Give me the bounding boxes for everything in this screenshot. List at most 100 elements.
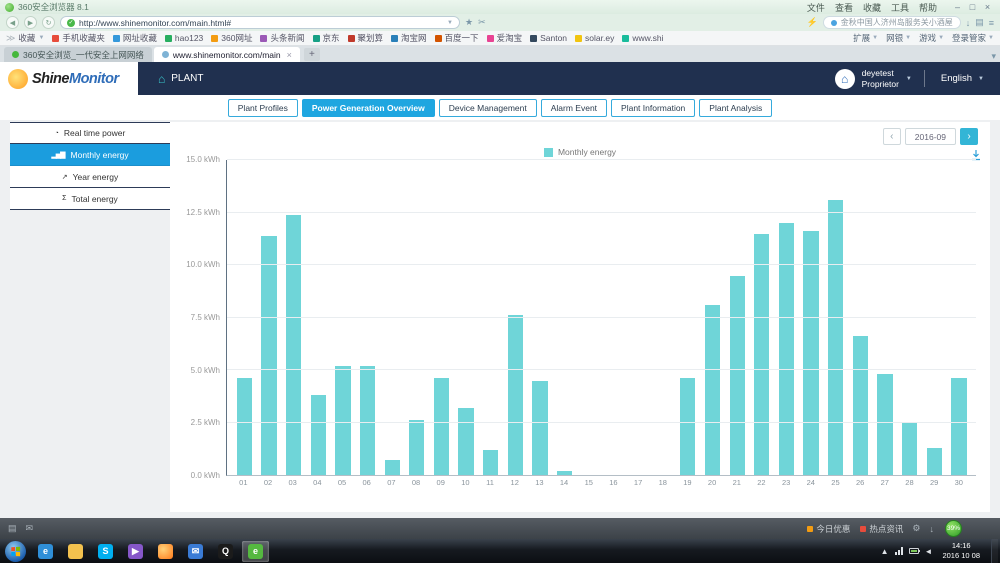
tab-plant-analysis[interactable]: Plant Analysis (699, 98, 773, 117)
bar-day-11[interactable] (483, 449, 499, 475)
bar-day-13[interactable] (532, 380, 548, 475)
tab-device-management[interactable]: Device Management (438, 98, 537, 117)
gear-icon[interactable]: ⚙ (912, 523, 920, 534)
bar-day-06[interactable] (359, 365, 376, 475)
bar-day-23[interactable] (778, 223, 795, 475)
close-button[interactable]: × (980, 1, 995, 13)
statusbar-item-1[interactable]: 热点资讯 (860, 523, 903, 535)
maximize-button[interactable]: □ (965, 1, 980, 13)
bar-day-03[interactable] (285, 214, 302, 475)
date-display[interactable]: 2016-09 (904, 128, 956, 145)
url-dropdown-icon[interactable]: ▼ (447, 20, 453, 26)
minimize-button[interactable]: – (950, 1, 965, 13)
qq-icon[interactable]: Q (212, 541, 239, 562)
promo-banner[interactable]: 金秋中国人济州岛服务关小酒屋 (822, 16, 961, 29)
bar-day-30[interactable] (951, 378, 967, 475)
bar-day-29[interactable] (926, 447, 942, 475)
address-bar[interactable]: ✓ http://www.shinemonitor.com/main.html#… (60, 16, 460, 29)
download-manager-icon[interactable]: ↓ (966, 18, 971, 28)
favorite-star-icon[interactable]: ★ (465, 17, 473, 28)
bookmark-item-5[interactable]: 京东 (312, 32, 340, 44)
bar-day-25[interactable] (828, 199, 844, 475)
menu-icon[interactable]: ≡ (989, 18, 994, 28)
bar-day-22[interactable] (754, 233, 770, 475)
bar-day-08[interactable] (409, 420, 425, 475)
bar-day-26[interactable] (852, 336, 868, 475)
bar-day-14[interactable] (557, 470, 573, 475)
bookmark-tool-1[interactable]: 网银 ▼ (886, 32, 911, 44)
tab-close-icon[interactable]: × (287, 50, 292, 60)
bookmark-item-6[interactable]: 聚划算 (347, 32, 383, 44)
bookmark-tool-3[interactable]: 登录管家 ▼ (952, 32, 994, 44)
refresh-button[interactable]: ↻ (42, 16, 55, 29)
bookmark-item-0[interactable]: 手机收藏夹 (52, 32, 105, 44)
forward-button[interactable]: ▶ (24, 16, 37, 29)
language-selector[interactable]: English ▼ (925, 62, 1000, 95)
bookmarks-menu[interactable]: ≫ 收藏 ▼ (6, 32, 44, 44)
bookmark-item-8[interactable]: 百度一下 (434, 32, 479, 44)
sidebar-item-total-energy[interactable]: Σ Total energy (10, 188, 170, 210)
next-month-button[interactable]: › (960, 128, 978, 145)
tab-plant-profiles[interactable]: Plant Profiles (227, 98, 298, 117)
bookmark-item-12[interactable]: www.shi (622, 33, 664, 43)
sidebar-item-real-time-power[interactable]: ◔ Real time power (10, 122, 170, 144)
bar-day-05[interactable] (335, 365, 351, 475)
bookmark-tool-2[interactable]: 游戏 ▼ (919, 32, 944, 44)
bookmark-item-11[interactable]: solar.ey (575, 33, 614, 43)
battery-icon[interactable] (908, 548, 920, 554)
bar-day-20[interactable] (704, 304, 721, 475)
ie-browser-icon[interactable]: e (32, 541, 59, 562)
user-menu[interactable]: ⌂ deyetest Proprietor ▼ (823, 62, 924, 95)
bookmark-item-4[interactable]: 头条新闻 (260, 32, 305, 44)
bar-day-01[interactable] (236, 378, 252, 475)
bar-day-21[interactable] (729, 275, 745, 475)
bar-day-28[interactable] (901, 422, 918, 475)
bar-day-10[interactable] (458, 407, 474, 475)
bookmark-item-7[interactable]: 淘宝网 (391, 32, 427, 44)
browser-menu-item-2[interactable]: 收藏 (863, 1, 881, 14)
browser-menu-item-4[interactable]: 帮助 (919, 1, 937, 14)
new-tab-button[interactable]: + (303, 48, 320, 61)
apps-icon[interactable]: ▤ (975, 17, 984, 28)
statusbar-item-0[interactable]: 今日优惠 (807, 523, 850, 535)
bar-day-09[interactable] (433, 378, 450, 475)
folder-icon[interactable] (62, 541, 89, 562)
clock[interactable]: 14:16 2016 10 08 (938, 541, 984, 561)
bookmark-tool-0[interactable]: 扩展 ▼ (853, 32, 878, 44)
network-icon[interactable] (894, 547, 903, 555)
nav-plant[interactable]: ⌂ PLANT (138, 62, 223, 95)
bookmark-item-1[interactable]: 网址收藏 (112, 32, 157, 44)
screenshot-icon[interactable]: ✂ (478, 17, 486, 28)
browser-tab-1[interactable]: www.shinemonitor.com/main × (153, 47, 300, 62)
browser-menu-item-3[interactable]: 工具 (891, 1, 909, 14)
lightning-icon[interactable]: ⚡ (807, 17, 818, 28)
bookmark-item-2[interactable]: hao123 (164, 33, 203, 43)
tab-plant-information[interactable]: Plant Information (611, 98, 696, 117)
bookmark-item-10[interactable]: Santon (530, 33, 567, 43)
tab-alarm-event[interactable]: Alarm Event (540, 98, 608, 117)
bar-day-27[interactable] (877, 374, 893, 475)
bar-day-19[interactable] (680, 378, 696, 475)
speedup-ball[interactable]: 39% (945, 520, 962, 537)
download-icon[interactable]: ↓ (930, 524, 935, 534)
firefox-icon[interactable] (152, 541, 179, 562)
bar-day-04[interactable] (310, 395, 326, 475)
show-desktop-button[interactable] (991, 539, 998, 563)
mail-icon[interactable]: ✉ (182, 541, 209, 562)
bookmark-item-9[interactable]: 爱淘宝 (486, 32, 522, 44)
share-icon[interactable]: ✉ (26, 523, 34, 534)
tab-list-icon[interactable]: ▾ (991, 51, 996, 62)
sidebar-item-monthly-energy[interactable]: ▂▅▇ Monthly energy (10, 144, 170, 166)
360-browser-icon[interactable]: e (242, 540, 269, 562)
tab-power-generation-overview[interactable]: Power Generation Overview (301, 98, 435, 117)
browser-menu-item-1[interactable]: 查看 (835, 1, 853, 14)
start-button[interactable] (5, 540, 26, 562)
browser-tab-0[interactable]: 360安全浏览_一代安全上网网络 (4, 47, 152, 62)
volume-icon[interactable]: ◄ (925, 547, 933, 556)
bar-day-24[interactable] (803, 231, 819, 475)
media-player-icon[interactable]: ▶ (122, 541, 149, 562)
chart-legend[interactable]: Monthly energy (170, 122, 990, 157)
skype-icon[interactable]: S (92, 541, 119, 562)
sidebar-item-year-energy[interactable]: ↗ Year energy (10, 166, 170, 188)
bookmark-item-3[interactable]: 360网址 (211, 32, 252, 44)
